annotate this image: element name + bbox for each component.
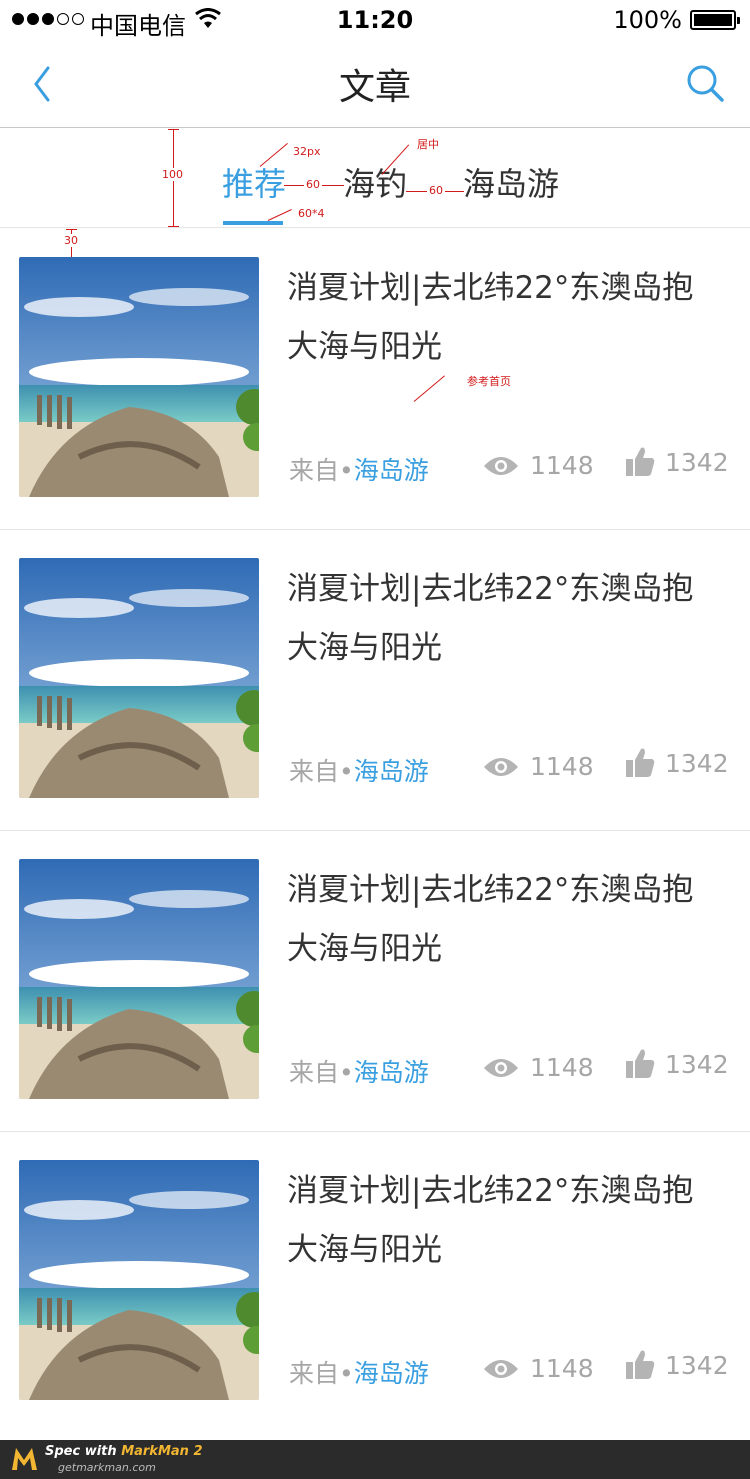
page-title: 文章	[338, 67, 411, 108]
source-link[interactable]: 海岛游	[354, 1058, 429, 1087]
article-card[interactable]: 消夏计划|去北纬22°东澳岛抱 大海与阳光 来自•海岛游 1148 1342	[0, 831, 750, 1132]
article-title-line: 消夏计划|去北纬22°东澳岛抱	[287, 571, 694, 607]
view-count: 1148	[482, 1354, 594, 1383]
annotation-font-size: 32px	[293, 145, 321, 158]
category-tabs: 推荐 海钓 海岛游 100 32px 60 60 居中 60*4	[0, 129, 750, 228]
tab-island-travel[interactable]: 海岛游	[463, 159, 559, 205]
view-count: 1148	[482, 451, 594, 480]
annotation-line	[267, 209, 292, 221]
article-meta: 来自•海岛游	[289, 1354, 429, 1390]
from-label: 来自•	[289, 757, 354, 786]
annotation-reference: 参考首页	[467, 375, 511, 388]
article-card[interactable]: 消夏计划|去北纬22°东澳岛抱 大海与阳光 来自•海岛游 1148 1342	[0, 1132, 750, 1433]
annotation-indicator-size: 60*4	[298, 207, 325, 220]
annotation-gap-b: 60	[427, 184, 445, 197]
source-link[interactable]: 海岛游	[354, 1359, 429, 1388]
footer-brand: MarkMan 2	[121, 1444, 203, 1459]
article-title-line: 大海与阳光	[287, 630, 442, 666]
search-button[interactable]	[684, 62, 728, 106]
eye-icon	[484, 1359, 518, 1378]
markman-footer: Spec with MarkMan 2 getmarkman.com	[0, 1440, 750, 1479]
search-icon	[687, 65, 724, 102]
battery-percent: 100%	[613, 6, 682, 34]
article-title-line: 大海与阳光	[287, 329, 442, 365]
annotation-gap-a: 60	[304, 178, 322, 191]
status-bar: 中国电信 11:20 100%	[0, 0, 750, 40]
article-meta: 来自•海岛游	[289, 451, 429, 487]
eye-icon	[484, 1058, 518, 1077]
article-thumbnail	[19, 257, 259, 497]
like-count[interactable]: 1342	[625, 747, 729, 779]
from-label: 来自•	[289, 1058, 354, 1087]
article-title-line: 消夏计划|去北纬22°东澳岛抱	[287, 872, 694, 908]
footer-line1: Spec with MarkMan 2	[45, 1444, 203, 1459]
from-label: 来自•	[289, 456, 354, 485]
tab-active-indicator	[223, 221, 283, 225]
markman-logo-icon	[12, 1448, 37, 1470]
thumbs-up-icon	[626, 447, 655, 476]
view-count: 1148	[482, 1053, 594, 1082]
view-count-value: 1148	[530, 752, 594, 781]
battery-icon	[690, 10, 740, 30]
view-count-value: 1148	[530, 1053, 594, 1082]
article-meta: 来自•海岛游	[289, 1053, 429, 1089]
like-count[interactable]: 1342	[625, 1048, 729, 1080]
nav-bar: 文章	[0, 40, 750, 128]
like-count[interactable]: 1342	[625, 1349, 729, 1381]
tab-fishing[interactable]: 海钓	[343, 159, 407, 205]
article-list: 消夏计划|去北纬22°东澳岛抱 大海与阳光 来自•海岛游 1148 1342 消…	[0, 229, 750, 1433]
tab-recommended[interactable]: 推荐	[222, 159, 286, 205]
article-thumbnail	[19, 558, 259, 798]
thumbs-up-icon	[626, 1350, 655, 1379]
article-title: 消夏计划|去北纬22°东澳岛抱 大海与阳光	[287, 861, 727, 979]
footer-prefix: Spec with	[45, 1444, 122, 1459]
eye-icon	[484, 456, 518, 475]
like-count-value: 1342	[665, 447, 729, 477]
source-link[interactable]: 海岛游	[354, 757, 429, 786]
annotation-height: 100	[162, 168, 183, 181]
footer-url: getmarkman.com	[58, 1461, 156, 1474]
article-card[interactable]: 消夏计划|去北纬22°东澳岛抱 大海与阳光 来自•海岛游 1148 1342	[0, 229, 750, 530]
article-title-line: 大海与阳光	[287, 931, 442, 967]
view-count: 1148	[482, 752, 594, 781]
like-count-value: 1342	[665, 748, 729, 778]
article-title-line: 消夏计划|去北纬22°东澳岛抱	[287, 1173, 694, 1209]
like-count-value: 1342	[665, 1049, 729, 1079]
article-title-line: 大海与阳光	[287, 1232, 442, 1268]
like-count-value: 1342	[665, 1350, 729, 1380]
article-card[interactable]: 消夏计划|去北纬22°东澳岛抱 大海与阳光 来自•海岛游 1148 1342	[0, 530, 750, 831]
article-title-line: 消夏计划|去北纬22°东澳岛抱	[287, 270, 694, 306]
article-meta: 来自•海岛游	[289, 752, 429, 788]
thumbs-up-icon	[626, 748, 655, 777]
eye-icon	[484, 757, 518, 776]
article-title: 消夏计划|去北纬22°东澳岛抱 大海与阳光	[287, 560, 727, 678]
source-link[interactable]: 海岛游	[354, 456, 429, 485]
annotation-center: 居中	[417, 138, 439, 151]
view-count-value: 1148	[530, 451, 594, 480]
article-title: 消夏计划|去北纬22°东澳岛抱 大海与阳光	[287, 259, 727, 377]
article-thumbnail	[19, 859, 259, 1099]
annotation-line	[168, 226, 179, 227]
from-label: 来自•	[289, 1359, 354, 1388]
article-title: 消夏计划|去北纬22°东澳岛抱 大海与阳光	[287, 1162, 727, 1280]
thumbs-up-icon	[626, 1049, 655, 1078]
article-thumbnail	[19, 1160, 259, 1400]
like-count[interactable]: 1342	[625, 446, 729, 478]
view-count-value: 1148	[530, 1354, 594, 1383]
annotation-line	[168, 129, 179, 130]
